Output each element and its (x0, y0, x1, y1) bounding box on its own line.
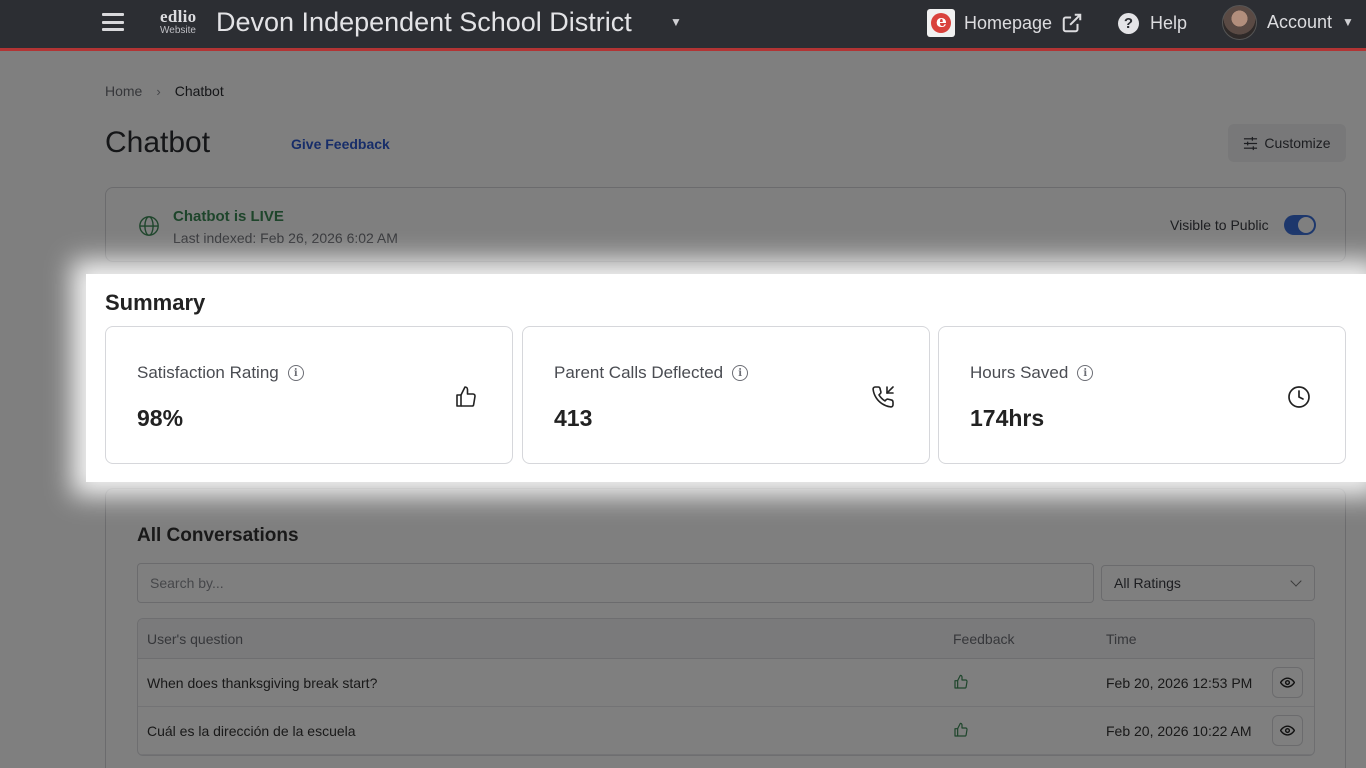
hours-saved-card: Hours Saved i 174hrs (938, 326, 1346, 464)
chevron-down-icon (1290, 575, 1302, 587)
clock-icon (1288, 386, 1310, 408)
metric-value: 98% (137, 405, 184, 431)
column-header-feedback: Feedback (953, 631, 1015, 647)
help-label: Help (1150, 12, 1188, 33)
last-indexed-text: Last indexed: Feb 26, 2026 6:02 AM (173, 230, 398, 246)
conversations-heading: All Conversations (137, 525, 299, 546)
info-icon[interactable]: i (1077, 365, 1094, 381)
chatbot-status-card: Chatbot is LIVE Last indexed: Feb 26, 20… (105, 187, 1346, 262)
metric-label-text: Hours Saved (970, 363, 1069, 382)
parent-calls-deflected-card: Parent Calls Deflected i 413 (522, 326, 930, 464)
visible-to-public-toggle[interactable] (1284, 215, 1316, 235)
satisfaction-rating-card: Satisfaction Rating i 98% (105, 326, 513, 464)
customize-button[interactable]: Customize (1228, 124, 1346, 162)
breadcrumb-home[interactable]: Home (105, 83, 142, 99)
ratings-filter-select[interactable]: All Ratings (1101, 565, 1315, 601)
column-header-time: Time (1106, 631, 1137, 647)
help-link[interactable]: ? Help (1118, 8, 1187, 38)
table-row[interactable]: When does thanksgiving break start? Feb … (138, 659, 1314, 707)
column-header-question: User's question (147, 631, 244, 647)
table-row[interactable]: Cuál es la dirección de la escuela Feb 2… (138, 707, 1314, 755)
thumbs-up-icon (456, 386, 476, 407)
thumbs-up-icon (954, 722, 968, 737)
chevron-right-icon: › (156, 83, 161, 99)
metric-label: Parent Calls Deflected i (554, 363, 749, 383)
view-conversation-button[interactable] (1272, 667, 1303, 698)
visible-to-public-label: Visible to Public (1170, 217, 1269, 233)
question-cell: When does thanksgiving break start? (147, 675, 378, 691)
topbar-accent-line (0, 48, 1366, 51)
conversations-table: User's question Feedback Time When does … (137, 618, 1315, 756)
give-feedback-link[interactable]: Give Feedback (291, 136, 390, 152)
metric-value: 174hrs (970, 405, 1045, 431)
dim-overlay-left (0, 274, 86, 482)
page-title: Chatbot (105, 126, 211, 159)
conversations-card: All Conversations All Ratings User's que… (105, 488, 1346, 768)
info-icon[interactable]: i (287, 365, 304, 381)
caret-down-icon[interactable]: ▼ (670, 15, 682, 29)
table-header: User's question Feedback Time (138, 619, 1314, 659)
metric-label: Hours Saved i (970, 363, 1094, 383)
eye-icon (1280, 725, 1295, 736)
account-menu[interactable]: Account ▼ (1222, 4, 1354, 40)
metric-label-text: Satisfaction Rating (137, 363, 279, 382)
top-navigation-bar: edlio Website Devon Independent School D… (0, 0, 1366, 48)
sliders-icon (1244, 136, 1258, 150)
metric-label-text: Parent Calls Deflected (554, 363, 724, 382)
ratings-filter-value: All Ratings (1114, 575, 1181, 591)
breadcrumb: Home › Chatbot (105, 83, 224, 99)
time-cell: Feb 20, 2026 12:53 PM (1106, 675, 1253, 691)
customize-label: Customize (1264, 135, 1331, 151)
breadcrumb-current: Chatbot (174, 83, 224, 99)
search-input[interactable] (137, 563, 1094, 603)
info-icon[interactable]: i (732, 365, 749, 381)
homepage-label: Homepage (964, 12, 1053, 33)
external-link-icon (1062, 13, 1082, 33)
caret-down-icon: ▼ (1342, 15, 1354, 29)
brand-name: edlio (160, 7, 197, 26)
help-icon: ? (1118, 12, 1139, 34)
metric-value: 413 (554, 405, 593, 431)
thumbs-up-icon (954, 674, 968, 689)
question-cell: Cuál es la dirección de la escuela (147, 723, 356, 739)
edlio-brand[interactable]: edlio Website (160, 8, 196, 36)
chatbot-live-status: Chatbot is LIVE (173, 208, 284, 225)
summary-heading: Summary (105, 290, 206, 315)
avatar (1222, 4, 1257, 40)
view-conversation-button[interactable] (1272, 715, 1303, 746)
eye-icon (1280, 677, 1295, 688)
brand-subtitle: Website (160, 25, 196, 36)
account-label: Account (1267, 11, 1333, 32)
edlio-logo-icon: e (927, 9, 955, 37)
metric-label: Satisfaction Rating i (137, 363, 304, 383)
menu-icon[interactable] (102, 13, 124, 31)
phone-incoming-icon (872, 386, 894, 408)
globe-icon (139, 216, 159, 236)
homepage-link[interactable]: e Homepage (927, 8, 1083, 38)
site-title[interactable]: Devon Independent School District (216, 7, 632, 38)
time-cell: Feb 20, 2026 10:22 AM (1106, 723, 1252, 739)
